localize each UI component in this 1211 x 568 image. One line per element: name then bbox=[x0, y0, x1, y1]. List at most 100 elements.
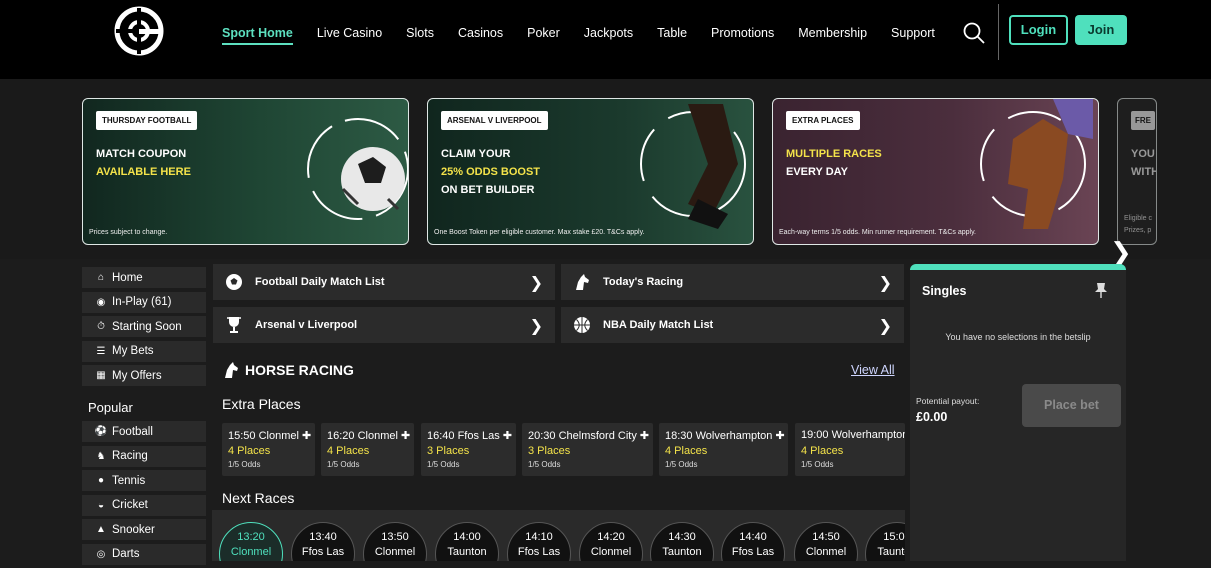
sidebar-item-cricket[interactable]: ◒ Cricket bbox=[82, 494, 206, 516]
tennis-icon: ● bbox=[97, 475, 105, 486]
sidebar-item-tennis[interactable]: ● Tennis bbox=[82, 470, 206, 491]
view-all-link[interactable]: View All bbox=[851, 363, 895, 377]
potential-payout-label: Potential payout: bbox=[916, 396, 980, 406]
race-course: Clonmel bbox=[230, 546, 272, 558]
race-course: Clonmel bbox=[590, 546, 632, 558]
extra-place-card[interactable]: 19:00 Wolverhampton 4 Places 1/5 Odds bbox=[795, 423, 905, 476]
next-race-button[interactable]: 14:20 Clonmel bbox=[579, 522, 643, 561]
join-button[interactable]: Join bbox=[1075, 15, 1127, 45]
nav-membership[interactable]: Membership bbox=[798, 26, 867, 45]
sidebar-item-snooker[interactable]: ▲ Snooker bbox=[82, 519, 206, 540]
quicklink-arsenal-liverpool[interactable]: Arsenal v Liverpool ❯ bbox=[213, 307, 555, 343]
add-icon[interactable]: ✚ bbox=[401, 430, 410, 442]
nav-promotions[interactable]: Promotions bbox=[711, 26, 774, 45]
places-count: 3 Places bbox=[528, 445, 571, 457]
places-count: 3 Places bbox=[427, 445, 470, 457]
banner-terms: Eligible c bbox=[1124, 215, 1153, 222]
nav-sport-home[interactable]: Sport Home bbox=[222, 26, 293, 45]
race-course: Taunton bbox=[447, 546, 487, 558]
extra-place-card[interactable]: 18:30 Wolverhampton ✚ 4 Places 1/5 Odds bbox=[659, 423, 788, 476]
next-race-button[interactable]: 13:50 Clonmel bbox=[363, 522, 427, 561]
search-icon[interactable] bbox=[962, 21, 986, 45]
next-race-button[interactable]: 13:40 Ffos Las bbox=[291, 522, 355, 561]
promo-banner[interactable]: THURSDAY FOOTBALL MATCH COUPON AVAILABLE… bbox=[82, 98, 409, 245]
race-time: 13:40 bbox=[309, 531, 337, 543]
quicklink-label: Arsenal v Liverpool bbox=[255, 319, 358, 331]
race-label: 16:20 Clonmel bbox=[327, 430, 398, 442]
race-course: Clonmel bbox=[374, 546, 416, 558]
sidebar-item-label: Darts bbox=[112, 548, 140, 560]
places-count: 4 Places bbox=[801, 445, 844, 457]
extra-place-card[interactable]: 15:50 Clonmel ✚ 4 Places 1/5 Odds bbox=[222, 423, 315, 476]
next-race-button[interactable]: 14:00 Taunton bbox=[435, 522, 499, 561]
quicklink-label: Football Daily Match List bbox=[255, 276, 385, 288]
race-course: Taunton bbox=[877, 546, 905, 558]
pin-icon[interactable] bbox=[1094, 282, 1108, 298]
race-course: Clonmel bbox=[805, 546, 847, 558]
promo-banner[interactable]: EXTRA PLACES MULTIPLE RACES EVERY DAY Ea… bbox=[772, 98, 1099, 245]
place-bet-button[interactable]: Place bet bbox=[1022, 384, 1121, 427]
quicklink-todays-racing[interactable]: Today's Racing ❯ bbox=[561, 264, 904, 300]
next-race-button[interactable]: 14:10 Ffos Las bbox=[507, 522, 571, 561]
promo-banner[interactable]: ARSENAL V LIVERPOOL CLAIM YOUR 25% ODDS … bbox=[427, 98, 754, 245]
banner-line: ON BET BUILDER bbox=[441, 184, 535, 196]
trophy-icon bbox=[227, 317, 241, 333]
banner-tag: ARSENAL V LIVERPOOL bbox=[441, 111, 548, 130]
nav-table[interactable]: Table bbox=[657, 26, 687, 45]
next-race-button[interactable]: 14:30 Taunton bbox=[650, 522, 714, 561]
brand-logo[interactable] bbox=[113, 5, 165, 57]
quicklink-football-daily[interactable]: Football Daily Match List ❯ bbox=[213, 264, 555, 300]
next-race-button[interactable]: 13:20 Clonmel bbox=[219, 522, 283, 561]
gift-icon: ▦ bbox=[96, 370, 106, 381]
snooker-icon: ▲ bbox=[96, 524, 106, 535]
race-label: 19:00 Wolverhampton bbox=[801, 429, 905, 441]
login-button[interactable]: Login bbox=[1009, 15, 1068, 45]
receipt-icon: ☰ bbox=[96, 345, 106, 357]
race-name: 18:30 Wolverhampton ✚ bbox=[665, 429, 785, 442]
add-icon[interactable]: ✚ bbox=[503, 430, 512, 442]
sidebar-item-racing[interactable]: ♞ Racing bbox=[82, 445, 206, 467]
darts-icon: ◎ bbox=[96, 548, 106, 560]
extra-place-card[interactable]: 16:20 Clonmel ✚ 4 Places 1/5 Odds bbox=[321, 423, 414, 476]
sidebar-item-in-play[interactable]: ◉ In-Play (61) bbox=[82, 291, 206, 313]
nav-live-casino[interactable]: Live Casino bbox=[317, 26, 382, 45]
nav-casinos[interactable]: Casinos bbox=[458, 26, 503, 45]
horse-image bbox=[980, 99, 1093, 229]
banner-terms: One Boost Token per eligible customer. M… bbox=[434, 229, 645, 236]
next-race-button[interactable]: 14:40 Ffos Las bbox=[721, 522, 785, 561]
sidebar-item-label: My Offers bbox=[112, 369, 162, 382]
add-icon[interactable]: ✚ bbox=[775, 430, 784, 442]
places-count: 4 Places bbox=[327, 445, 370, 457]
nav-support[interactable]: Support bbox=[891, 26, 935, 45]
sidebar-item-darts[interactable]: ◎ Darts bbox=[82, 543, 206, 565]
sidebar-item-starting-soon[interactable]: ⏱ Starting Soon bbox=[82, 316, 206, 337]
race-time: 14:20 bbox=[597, 531, 625, 543]
race-name: 16:20 Clonmel ✚ bbox=[327, 429, 410, 442]
top-bar: Sport Home Live Casino Slots Casinos Pok… bbox=[0, 0, 1211, 79]
add-icon[interactable]: ✚ bbox=[640, 430, 649, 442]
football-icon bbox=[226, 274, 242, 290]
sidebar-item-home[interactable]: ⌂ Home bbox=[82, 267, 206, 288]
nav-jackpots[interactable]: Jackpots bbox=[584, 26, 633, 45]
nav-poker[interactable]: Poker bbox=[527, 26, 560, 45]
sidebar-item-label: Football bbox=[112, 425, 153, 438]
chevron-right-icon: ❯ bbox=[529, 318, 543, 335]
sidebar-item-my-bets[interactable]: ☰ My Bets bbox=[82, 340, 206, 362]
sidebar-item-my-offers[interactable]: ▦ My Offers bbox=[82, 365, 206, 386]
nav-slots[interactable]: Slots bbox=[406, 26, 434, 45]
promo-banner[interactable]: FRE YOU WITH Eligible c Prizes, p bbox=[1117, 98, 1157, 245]
race-time: 14:50 bbox=[812, 531, 840, 543]
add-icon[interactable]: ✚ bbox=[302, 430, 311, 442]
horse-icon: ♞ bbox=[96, 450, 106, 462]
next-race-button[interactable]: 14:50 Clonmel bbox=[794, 522, 858, 561]
next-race-button[interactable]: 15:00 Taunton bbox=[865, 522, 905, 561]
extra-place-card[interactable]: 16:40 Ffos Las ✚ 3 Places 1/5 Odds bbox=[421, 423, 516, 476]
banner-line: EVERY DAY bbox=[786, 166, 848, 178]
promo-carousel: THURSDAY FOOTBALL MATCH COUPON AVAILABLE… bbox=[0, 79, 1211, 267]
main-nav: Sport Home Live Casino Slots Casinos Pok… bbox=[222, 26, 959, 45]
sidebar-item-football[interactable]: ⚽ Football bbox=[82, 421, 206, 442]
chevron-right-icon: ❯ bbox=[529, 275, 543, 292]
banner-line: 25% ODDS BOOST bbox=[441, 166, 541, 178]
extra-place-card[interactable]: 20:30 Chelmsford City ✚ 3 Places 1/5 Odd… bbox=[522, 423, 653, 476]
quicklink-nba-daily[interactable]: NBA Daily Match List ❯ bbox=[561, 307, 904, 343]
